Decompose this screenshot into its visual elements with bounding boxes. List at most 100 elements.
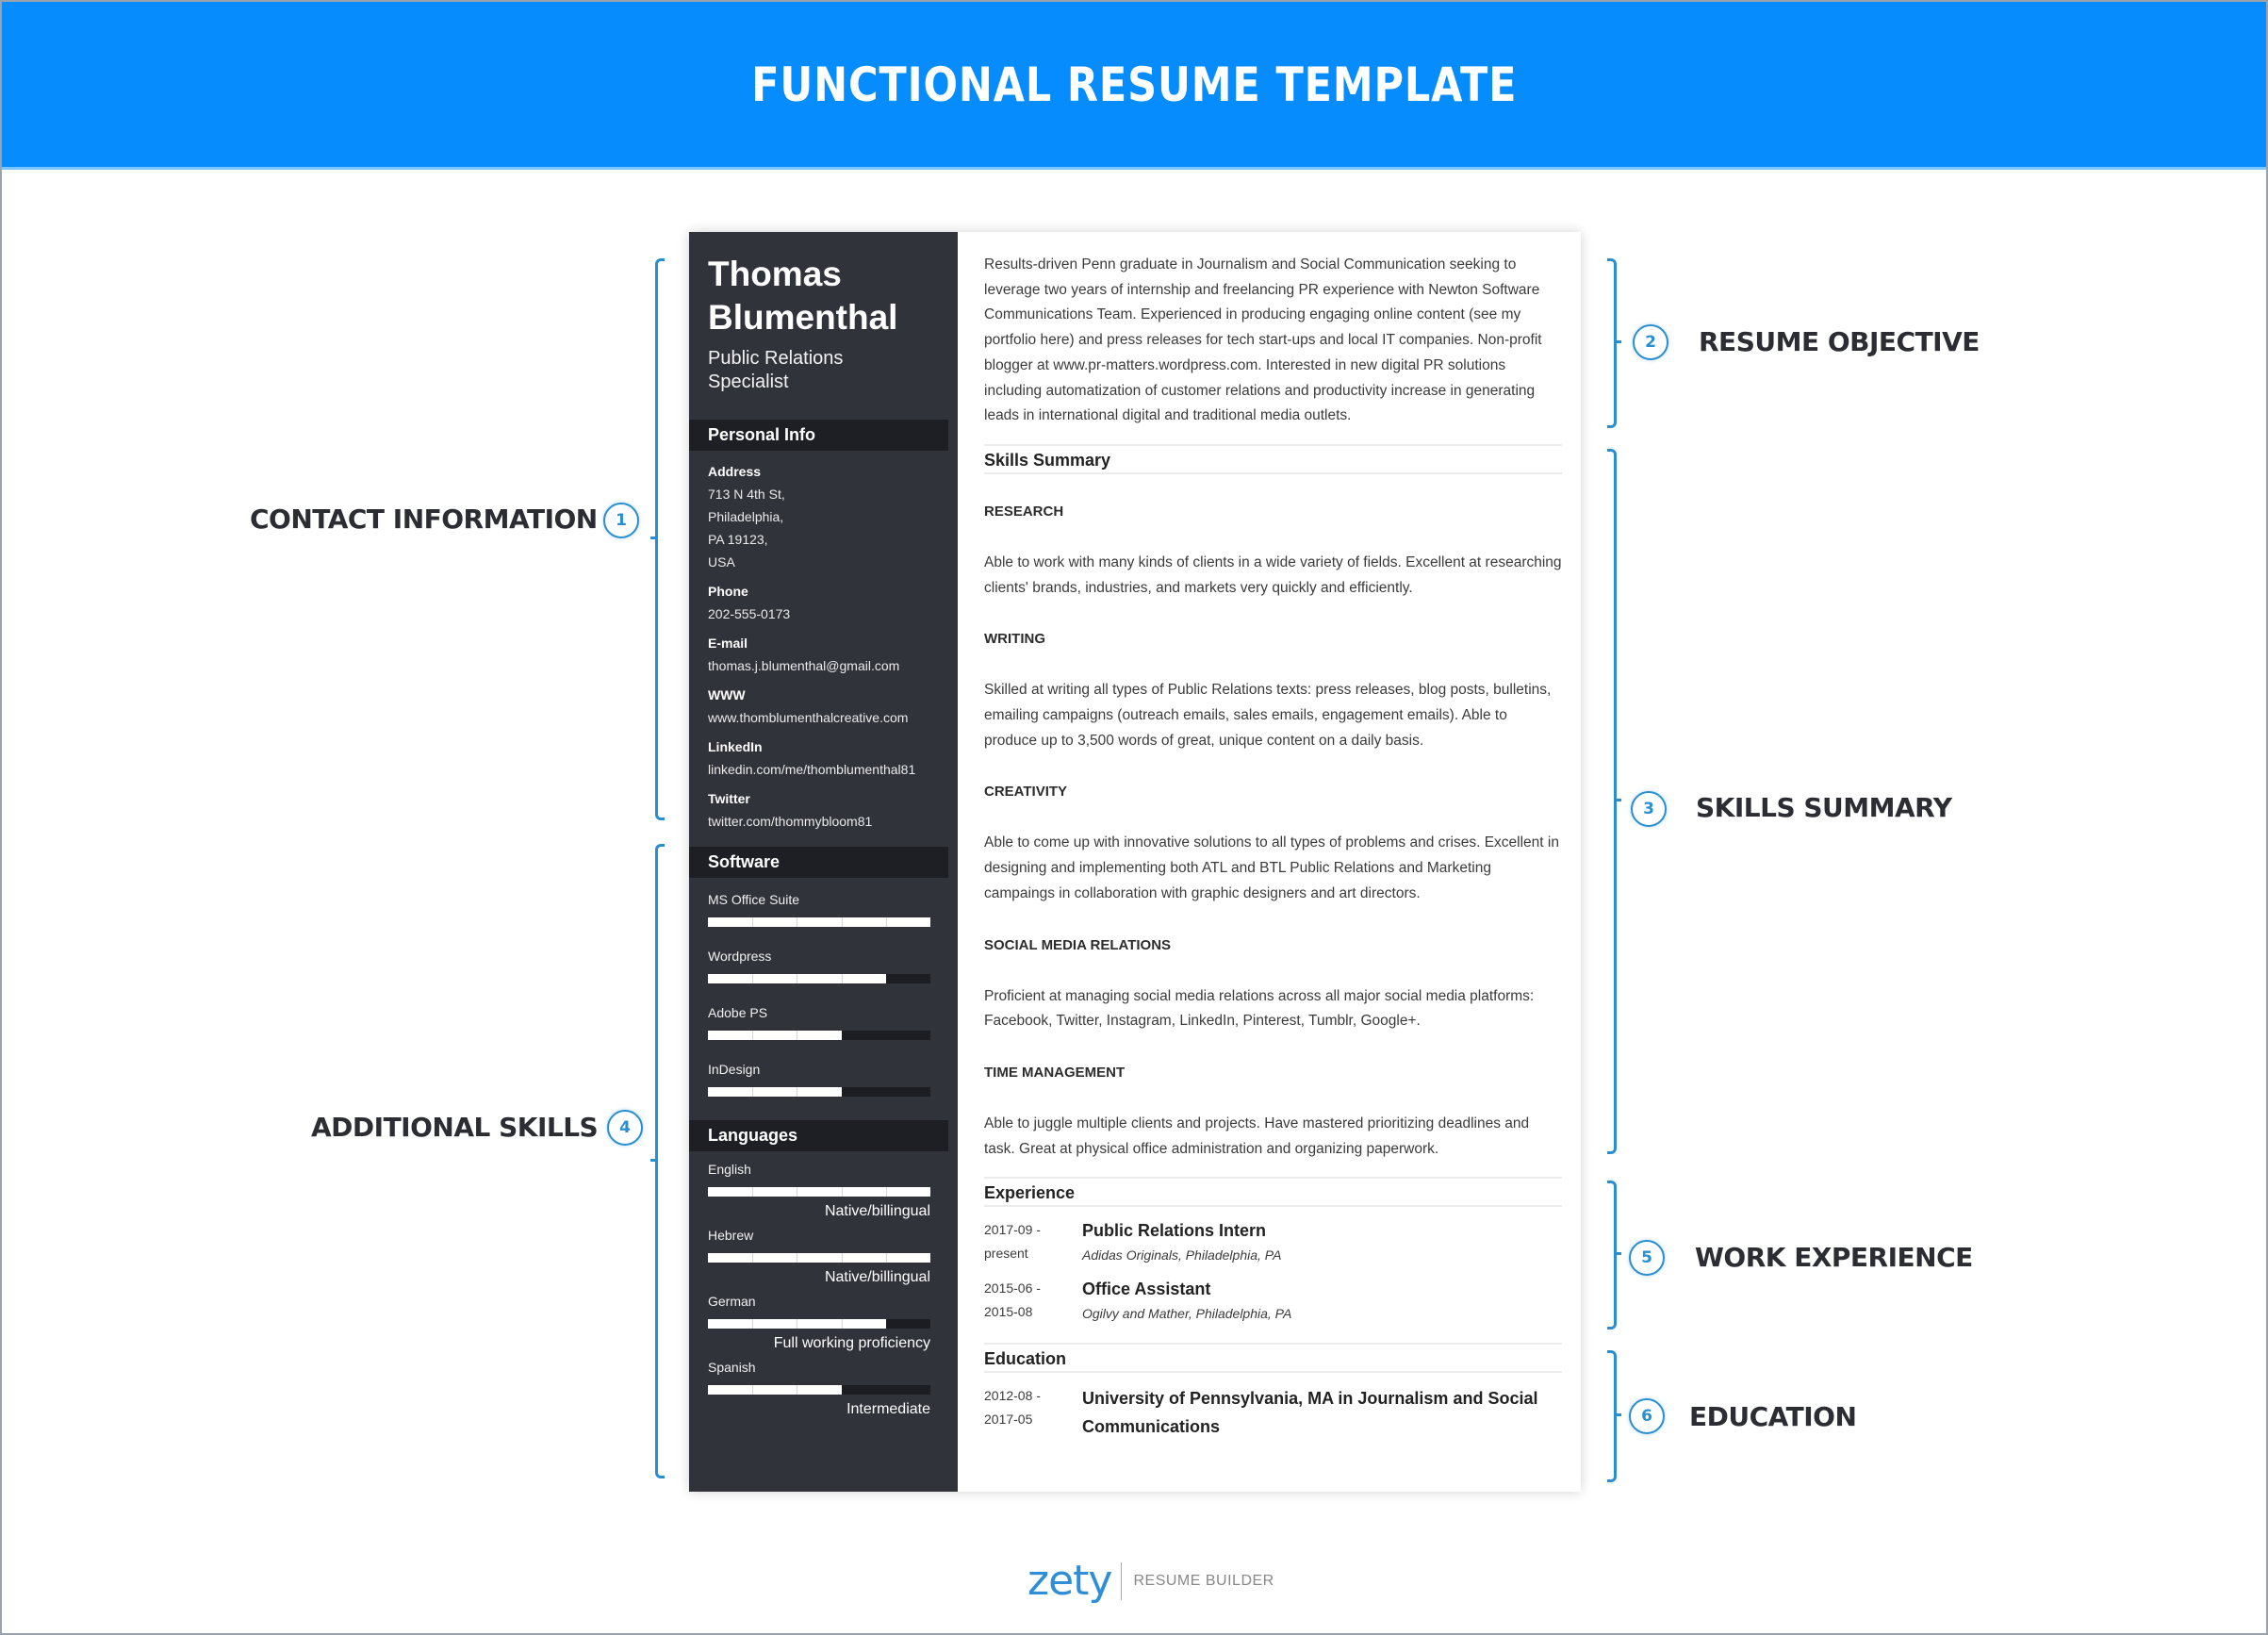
level-segment-divider <box>841 1187 843 1197</box>
bracket-tip <box>1616 799 1621 804</box>
level-segment-divider <box>841 1253 843 1263</box>
annotation-number-4: 4 <box>607 1110 643 1146</box>
entry-date-end: present <box>984 1246 1028 1262</box>
level-fill <box>708 1385 842 1395</box>
level-fill <box>708 1253 930 1263</box>
entry-date-end: 2017-05 <box>984 1412 1033 1428</box>
software-item: InDesign <box>708 1061 939 1097</box>
software-level-bar <box>708 1031 930 1040</box>
level-segment-divider <box>752 1319 754 1329</box>
level-segment-divider <box>842 1087 843 1097</box>
candidate-role-line2: Specialist <box>708 372 789 392</box>
level-segment-divider <box>886 1385 887 1395</box>
resume-sidebar: Thomas Blumenthal Public Relations Speci… <box>689 232 958 1492</box>
level-segment-divider <box>752 1087 754 1097</box>
level-segment-divider <box>885 1253 887 1263</box>
bracket-contact-information <box>650 258 665 820</box>
software-item: Wordpress <box>708 948 939 983</box>
linkedin-label: LinkedIn <box>708 739 763 754</box>
software-list: MS Office Suite Wordpress Adobe PS InDes… <box>689 891 958 1097</box>
candidate-role-line1: Public Relations <box>708 348 844 369</box>
skill-summary-desc: Able to juggle multiple clients and proj… <box>984 1115 1530 1157</box>
software-level-bar <box>708 1087 930 1097</box>
language-level-bar <box>708 1187 930 1197</box>
email-value[interactable]: thomas.j.blumenthal@gmail.com <box>708 654 939 677</box>
brand-logo: zety <box>1027 1557 1112 1605</box>
level-segment-divider <box>886 1031 887 1040</box>
phone-value: 202-555-0173 <box>708 606 791 621</box>
software-name: Adobe PS <box>708 1005 768 1020</box>
language-proficiency: Native/billingual <box>824 1203 930 1219</box>
bracket-skills-summary <box>1607 449 1621 1154</box>
personal-info-heading: Personal Info <box>689 420 948 451</box>
skill-summary-desc: Skilled at writing all types of Public R… <box>984 682 1552 749</box>
skill-summary-desc: Able to work with many kinds of clients … <box>984 553 1562 596</box>
languages-heading: Languages <box>689 1120 948 1151</box>
language-name: Spanish <box>708 1360 756 1375</box>
skill-summary-title: RESEARCH <box>984 503 1064 520</box>
skill-summary-desc: Proficient at managing social media rela… <box>984 987 1535 1030</box>
www-link[interactable]: www.thomblumenthalcreative.com <box>708 706 939 729</box>
level-segment-divider <box>886 974 887 983</box>
skill-summary-title: SOCIAL MEDIA RELATIONS <box>984 936 1172 953</box>
annotation-label-contact-information: CONTACT INFORMATION <box>250 504 598 535</box>
linkedin-link[interactable]: linkedin.com/me/thomblumenthal81 <box>708 758 939 781</box>
level-segment-divider <box>752 1187 754 1197</box>
bracket-tip <box>650 1158 656 1164</box>
annotation-number-2: 2 <box>1633 324 1668 360</box>
skill-summary-item: RESEARCH Able to work with many kinds of… <box>984 503 1562 601</box>
software-level-bar <box>708 917 930 927</box>
bracket-tip <box>1616 1413 1621 1419</box>
email-label: E-mail <box>708 636 748 651</box>
annotation-number-3: 3 <box>1631 791 1667 827</box>
entry-dates: 2015-06 - 2015-08 <box>984 1277 1082 1326</box>
language-level-bar <box>708 1253 930 1263</box>
footer-divider <box>1121 1562 1123 1600</box>
skill-summary-title: CREATIVITY <box>984 784 1068 801</box>
bracket-additional-skills <box>650 844 665 1478</box>
annotation-number-6: 6 <box>1629 1398 1665 1434</box>
experience-entry: 2017-09 - present Public Relations Inter… <box>984 1218 1562 1267</box>
level-segment-divider <box>752 1031 754 1040</box>
title-banner: FUNCTIONAL RESUME TEMPLATE <box>2 2 2266 170</box>
www-label: WWW <box>708 687 746 702</box>
level-segment-divider <box>752 917 754 927</box>
language-proficiency: Full working proficiency <box>773 1335 930 1351</box>
entry-body: Office Assistant Ogilvy and Mather, Phil… <box>1082 1277 1562 1326</box>
annotation-label-work-experience: WORK EXPERIENCE <box>1695 1242 1973 1273</box>
candidate-name-first: Thomas <box>708 255 842 293</box>
level-segment-divider <box>842 1031 843 1040</box>
education-heading: Education <box>984 1343 1562 1374</box>
resume-objective: Results-driven Penn graduate in Journali… <box>984 256 1542 424</box>
annotation-label-education: EDUCATION <box>1689 1401 1857 1432</box>
job-title: Public Relations Intern <box>1082 1221 1267 1241</box>
level-fill <box>708 917 930 927</box>
language-proficiency: Intermediate <box>846 1401 930 1417</box>
twitter-link[interactable]: twitter.com/thommybloom81 <box>708 810 939 833</box>
experience-entry: 2015-06 - 2015-08 Office Assistant Ogilv… <box>984 1277 1562 1326</box>
languages-list: English Native/billingual Hebrew Native/… <box>689 1161 958 1419</box>
annotation-number-1: 1 <box>603 503 639 538</box>
entry-date-end: 2015-08 <box>984 1304 1033 1320</box>
resume-main: Results-driven Penn graduate in Journali… <box>958 232 1581 1492</box>
software-level-bar <box>708 974 930 983</box>
bracket-work-experience <box>1607 1181 1621 1329</box>
skills-summary-list: RESEARCH Able to work with many kinds of… <box>984 503 1562 1162</box>
address-line: Philadelphia, <box>708 509 784 524</box>
bracket-education <box>1607 1350 1621 1482</box>
software-heading: Software <box>689 847 948 878</box>
address-line: USA <box>708 554 735 570</box>
phone-block: Phone 202-555-0173 <box>708 580 939 625</box>
skill-summary-item: SOCIAL MEDIA RELATIONS Proficient at man… <box>984 936 1562 1034</box>
skill-summary-item: TIME MANAGEMENT Able to juggle multiple … <box>984 1064 1562 1162</box>
skills-summary-heading: Skills Summary <box>984 443 1562 474</box>
phone-label: Phone <box>708 584 748 599</box>
address-line: PA 19123, <box>708 532 768 547</box>
footer-logo: zety RESUME BUILDER <box>1027 1558 1274 1605</box>
entry-date-start: 2015-06 - <box>984 1280 1041 1296</box>
skill-summary-title: TIME MANAGEMENT <box>984 1064 1126 1081</box>
level-fill <box>708 1031 842 1040</box>
level-segment-divider <box>842 1385 843 1395</box>
annotation-label-skills-summary: SKILLS SUMMARY <box>1696 792 1952 823</box>
level-segment-divider <box>841 974 843 983</box>
